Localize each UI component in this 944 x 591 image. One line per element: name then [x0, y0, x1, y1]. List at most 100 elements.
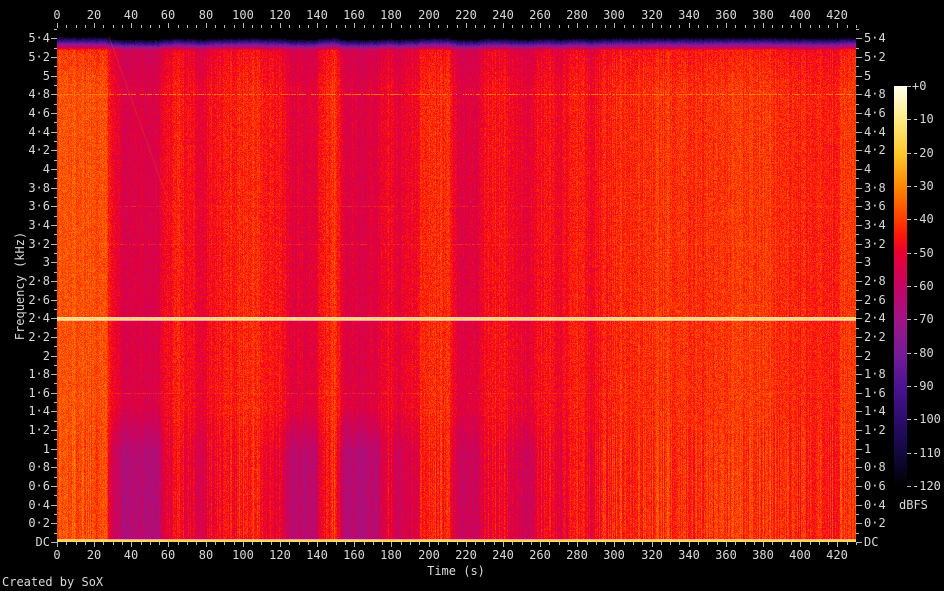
y-tick-label: 0·6 [864, 479, 886, 493]
y-tick-label: 2 [42, 349, 50, 363]
y-axis-tick [856, 66, 859, 67]
x-tick-label: 20 [86, 548, 102, 562]
x-axis-tick [150, 25, 151, 28]
x-axis-tick [847, 25, 848, 28]
y-axis-tick [51, 486, 57, 487]
spectrogram-window: Time (s) Frequency (kHz) dBFS Created by… [0, 0, 944, 591]
y-tick-label: 0·8 [28, 460, 50, 474]
x-tick-label: 40 [123, 548, 139, 562]
y-tick-label: 4 [864, 162, 872, 176]
y-axis-tick [856, 449, 862, 450]
x-axis-tick [707, 542, 708, 545]
y-axis-tick [856, 85, 859, 86]
y-axis-tick [54, 290, 57, 291]
y-tick-label: 3·8 [864, 181, 886, 195]
x-axis-tick [587, 542, 588, 545]
x-tick-label: 140 [306, 548, 328, 562]
y-tick-label: 2·2 [28, 330, 50, 344]
y-axis-tick [856, 178, 859, 179]
x-axis-tick [261, 25, 262, 28]
colorbar-tick [907, 86, 911, 87]
y-tick-label: 0·8 [864, 460, 886, 474]
x-axis-tick [373, 25, 374, 28]
x-axis-tick [94, 542, 95, 547]
x-tick-label: 300 [603, 8, 625, 22]
x-axis-tick [308, 542, 309, 545]
x-axis-tick [475, 542, 476, 545]
y-tick-label: 1 [864, 442, 872, 456]
y-tick-label: 1·2 [864, 423, 886, 437]
y-axis-tick [856, 439, 859, 440]
y-axis-tick [54, 178, 57, 179]
x-axis-tick [800, 23, 801, 28]
y-axis-tick [51, 318, 57, 319]
y-tick-label: 4·4 [28, 125, 50, 139]
colorbar-tick-label: -50 [912, 246, 934, 260]
y-axis-tick [54, 122, 57, 123]
x-tick-label: 0 [53, 548, 61, 562]
y-axis-tick [856, 234, 859, 235]
colorbar-tick [907, 486, 911, 487]
y-axis-tick [856, 244, 862, 245]
x-axis-tick [679, 542, 680, 545]
x-axis-tick [299, 25, 300, 28]
y-axis-tick [54, 402, 57, 403]
x-axis-tick [494, 542, 495, 545]
x-axis-tick [429, 23, 430, 28]
x-axis-tick [159, 542, 160, 545]
x-axis-tick [159, 25, 160, 28]
x-tick-label: 40 [123, 8, 139, 22]
x-axis-title: Time (s) [427, 564, 485, 578]
y-axis-tick [856, 365, 859, 366]
x-axis-tick [438, 25, 439, 28]
x-axis-tick [280, 542, 281, 547]
y-axis-tick [856, 318, 862, 319]
y-tick-label: 3·4 [864, 218, 886, 232]
x-axis-tick [503, 542, 504, 547]
y-axis-tick [51, 38, 57, 39]
y-tick-label: 1·6 [28, 386, 50, 400]
x-axis-tick [540, 23, 541, 28]
x-axis-tick [243, 542, 244, 547]
x-axis-tick [791, 542, 792, 545]
x-axis-tick [215, 542, 216, 545]
y-tick-label: 3·6 [864, 199, 886, 213]
x-axis-tick [345, 542, 346, 545]
x-tick-label: 320 [641, 8, 663, 22]
y-tick-label: 0·2 [864, 516, 886, 530]
x-axis-tick [754, 25, 755, 28]
x-axis-tick [289, 25, 290, 28]
x-axis-tick [810, 25, 811, 28]
x-tick-label: 360 [715, 8, 737, 22]
x-axis-tick [206, 23, 207, 28]
y-tick-label: 1·2 [28, 423, 50, 437]
x-axis-tick [587, 25, 588, 28]
x-axis-tick [772, 542, 773, 545]
colorbar-tick-label: -40 [912, 212, 934, 226]
x-axis-tick [828, 542, 829, 545]
x-tick-label: 20 [86, 8, 102, 22]
colorbar-tick-label: -80 [912, 346, 934, 360]
x-axis-tick [447, 542, 448, 545]
x-axis-tick [466, 23, 467, 28]
x-axis-tick [763, 23, 764, 28]
y-axis-tick [856, 132, 862, 133]
x-axis-tick [224, 25, 225, 28]
y-axis-tick [51, 542, 57, 543]
y-axis-tick [856, 281, 862, 282]
x-axis-tick [717, 542, 718, 545]
x-axis-tick [466, 542, 467, 547]
y-tick-label: 2·8 [28, 274, 50, 288]
x-axis-tick [837, 23, 838, 28]
colorbar-tick [907, 219, 911, 220]
y-axis-tick [54, 309, 57, 310]
y-axis-tick [856, 495, 859, 496]
x-axis-tick [354, 542, 355, 547]
x-axis-tick [484, 542, 485, 545]
y-axis-tick [54, 383, 57, 384]
y-axis-tick [856, 38, 862, 39]
y-axis-tick [51, 467, 57, 468]
x-axis-tick [596, 542, 597, 545]
x-axis-tick [549, 542, 550, 545]
y-axis-tick [856, 374, 862, 375]
